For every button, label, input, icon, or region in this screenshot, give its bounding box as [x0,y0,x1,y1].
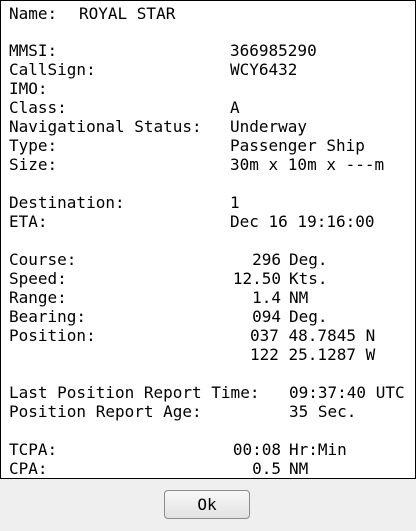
speed-label: Speed: [9,269,67,288]
mmsi-label: MMSI: [9,41,58,60]
callsign-label: CallSign: [9,60,96,79]
report-age-label: Position Report Age: [9,402,202,421]
cpa-unit: NM [289,459,309,478]
nav-status-value: Underway [230,117,308,136]
report-age-value: 35 Sec. [289,402,357,421]
last-report-label: Last Position Report Time: [9,383,260,402]
cpa-value: 0.5 [252,459,281,478]
size-label: Size: [9,155,58,174]
mmsi-value: 366985290 [230,41,317,60]
eta-value: Dec 16 19:16:00 [230,212,375,231]
ship-name: ROYAL STAR [79,4,176,23]
imo-label: IMO: [9,79,48,98]
ok-button[interactable]: Ok [164,490,250,519]
course-value: 296 [252,250,281,269]
speed-unit: Kts. [289,269,328,288]
last-report-value: 09:37:40 UTC [289,383,405,402]
position-longitude: 122 25.1287 W [250,345,376,364]
tcpa-label: TCPA: [9,440,58,459]
type-value: Passenger Ship [230,136,365,155]
range-value: 1.4 [252,288,281,307]
position-label: Position: [9,326,96,345]
destination-label: Destination: [9,193,125,212]
tcpa-value: 00:08 [232,440,281,459]
bearing-label: Bearing: [9,307,87,326]
range-unit: NM [289,288,309,307]
course-unit: Deg. [289,250,328,269]
class-value: A [230,98,240,117]
callsign-value: WCY6432 [230,60,298,79]
target-info-panel: Name: ROYAL STAR MMSI: 366985290 CallSig… [0,0,416,479]
destination-value: 1 [230,193,240,212]
nav-status-label: Navigational Status: [9,117,202,136]
cpa-label: CPA: [9,459,48,478]
position-latitude: 037 48.7845 N [250,326,376,345]
tcpa-unit: Hr:Min [289,440,347,459]
bearing-value: 094 [252,307,281,326]
type-label: Type: [9,136,58,155]
speed-value: 12.50 [232,269,281,288]
range-label: Range: [9,288,67,307]
name-label: Name: [9,4,58,23]
eta-label: ETA: [9,212,48,231]
class-label: Class: [9,98,67,117]
course-label: Course: [9,250,77,269]
bearing-unit: Deg. [289,307,328,326]
size-value: 30m x 10m x ---m [230,155,385,174]
